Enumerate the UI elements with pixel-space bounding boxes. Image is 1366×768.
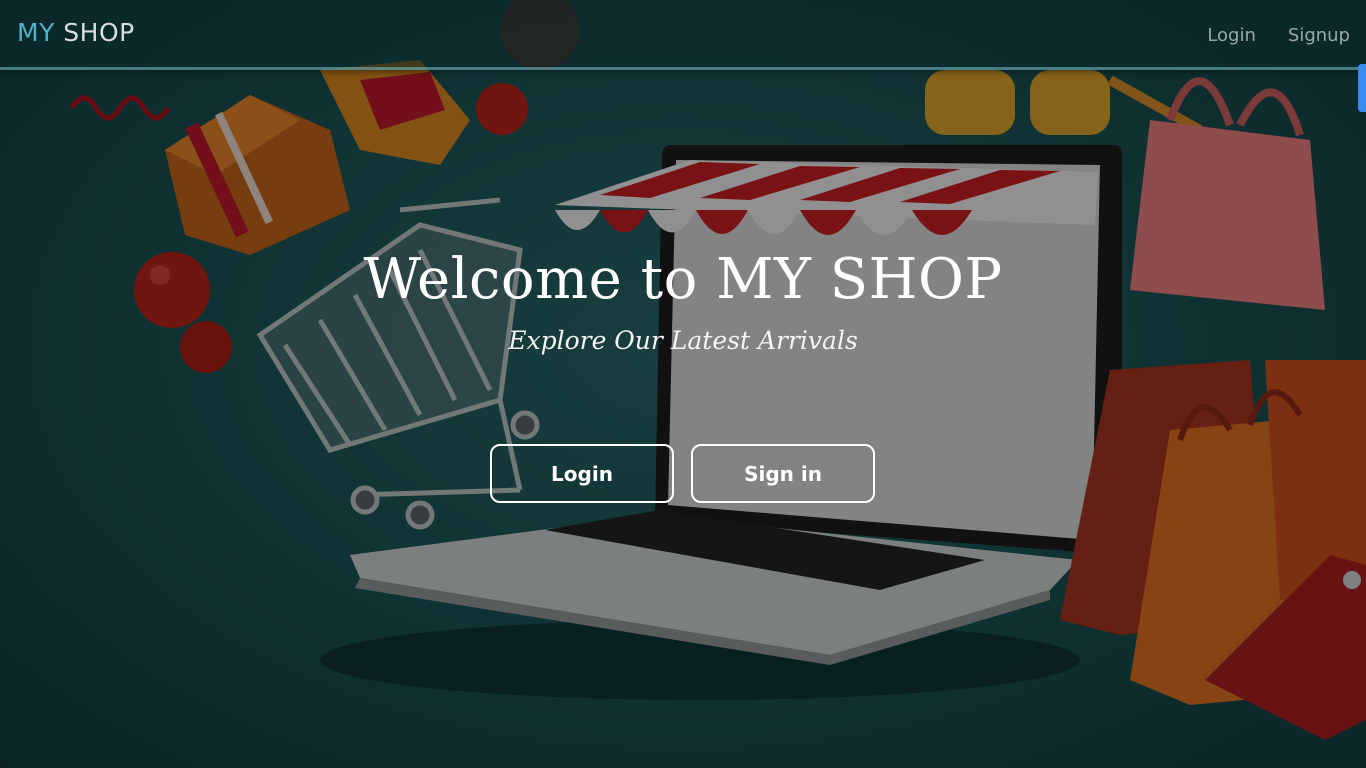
background-overlay	[0, 0, 1366, 768]
brand-part2: SHOP	[63, 18, 135, 47]
hero-section: Welcome to MY SHOP Explore Our Latest Ar…	[0, 240, 1366, 355]
nav-login-link[interactable]: Login	[1207, 25, 1256, 46]
hero-background	[0, 0, 1366, 768]
top-navbar: MY SHOP Login Signup	[0, 0, 1366, 70]
nav-signup-link[interactable]: Signup	[1288, 25, 1350, 46]
nav-links: Login Signup	[1207, 25, 1350, 46]
brand-part1: MY	[17, 18, 55, 47]
hero-subtitle: Explore Our Latest Arrivals	[508, 326, 858, 355]
brand-logo[interactable]: MY SHOP	[17, 20, 135, 45]
scrollbar-thumb[interactable]	[1358, 64, 1366, 112]
hero-title: Welcome to MY SHOP	[363, 247, 1003, 312]
login-button[interactable]: Login	[490, 444, 674, 503]
hero-buttons: Login Sign in	[490, 444, 875, 503]
sign-in-button[interactable]: Sign in	[691, 444, 875, 503]
